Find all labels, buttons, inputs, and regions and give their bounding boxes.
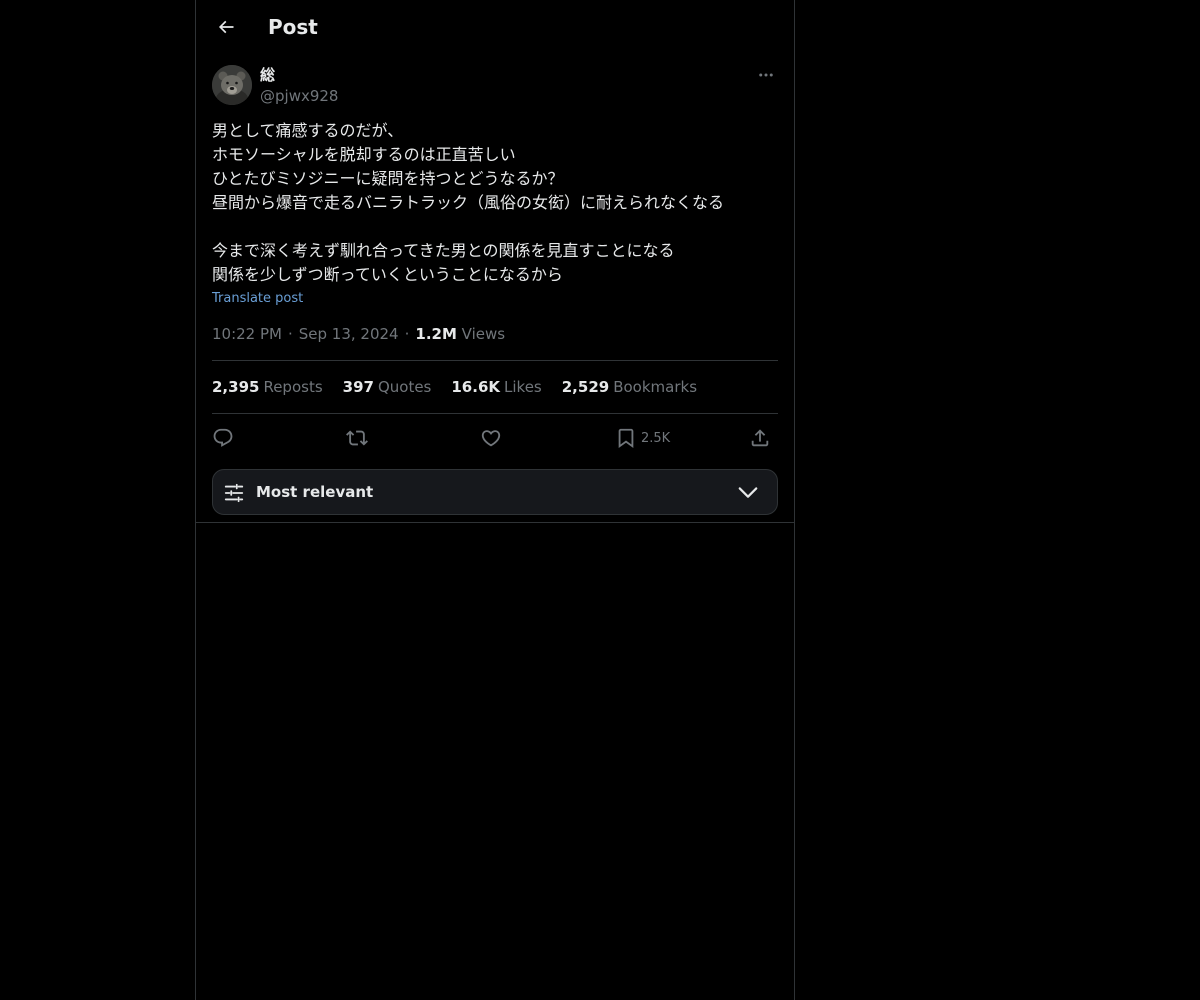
- page-header: Post: [196, 0, 794, 54]
- meta-separator: ·: [404, 325, 410, 343]
- quotes-count: 397: [342, 378, 374, 396]
- like-button[interactable]: [480, 424, 502, 452]
- bookmark-icon: [618, 428, 634, 449]
- bookmark-button[interactable]: 2.5K: [615, 424, 670, 452]
- reply-button[interactable]: [212, 424, 234, 452]
- bookmarks-label: Bookmarks: [613, 378, 698, 396]
- post-date[interactable]: Sep 13, 2024: [299, 324, 399, 344]
- page-title: Post: [268, 15, 318, 39]
- translate-post-link[interactable]: Translate post: [212, 290, 303, 308]
- engagement-stats: 2,395 Reposts 397 Quotes 16.6K Likes 2,529 B…: [212, 377, 697, 399]
- likes-count: 16.6K: [451, 378, 501, 396]
- views-label: Views: [461, 325, 506, 343]
- meta-separator: ·: [287, 325, 293, 343]
- post-column: Post 総 @pjwx928 男として痛感するのだが、 ホモソーシャルを脱却す…: [195, 0, 795, 1000]
- post-time[interactable]: 10:22 PM: [212, 324, 282, 344]
- sort-label: Most relevant: [256, 483, 374, 501]
- chevron-down-icon: [738, 487, 758, 498]
- bookmarks-count: 2,529: [561, 378, 610, 396]
- more-options-button[interactable]: [754, 64, 778, 86]
- display-name[interactable]: 総: [260, 66, 275, 84]
- reposts-label: Reposts: [263, 378, 323, 396]
- avatar[interactable]: [212, 65, 252, 105]
- quotes-label: Quotes: [377, 378, 432, 396]
- bookmark-count: 2.5K: [641, 430, 671, 446]
- back-button[interactable]: [208, 9, 244, 45]
- likes-stat[interactable]: 16.6K Likes: [451, 377, 541, 399]
- reply-sort-dropdown[interactable]: Most relevant: [212, 469, 778, 515]
- share-button[interactable]: [749, 424, 771, 452]
- user-handle[interactable]: @pjwx928: [260, 86, 338, 106]
- repost-button[interactable]: [346, 424, 368, 452]
- bear-avatar-icon: [212, 65, 252, 105]
- likes-label: Likes: [504, 378, 542, 396]
- action-bar: 2.5K: [212, 424, 778, 452]
- views-count: 1.2M: [415, 325, 457, 343]
- arrow-left-icon: [218, 20, 234, 34]
- share-icon: [751, 429, 769, 447]
- reposts-stat[interactable]: 2,395 Reposts: [212, 377, 323, 399]
- more-horizontal-icon: [759, 73, 773, 77]
- reposts-count: 2,395: [212, 378, 260, 396]
- divider: [212, 413, 778, 414]
- divider: [212, 360, 778, 361]
- post-author: 総 @pjwx928: [212, 64, 778, 108]
- post-text: 男として痛感するのだが、 ホモソーシャルを脱却するのは正直苦しい ひとたびミソジ…: [212, 121, 725, 284]
- heart-icon: [481, 430, 501, 447]
- post-meta: 10:22 PM · Sep 13, 2024 · 1.2M Views: [212, 324, 505, 344]
- repost-icon: [346, 430, 368, 446]
- divider: [196, 522, 794, 523]
- bookmarks-stat[interactable]: 2,529 Bookmarks: [562, 377, 697, 399]
- quotes-stat[interactable]: 397 Quotes: [343, 377, 432, 399]
- reply-icon: [213, 428, 233, 447]
- sliders-icon: [224, 483, 244, 503]
